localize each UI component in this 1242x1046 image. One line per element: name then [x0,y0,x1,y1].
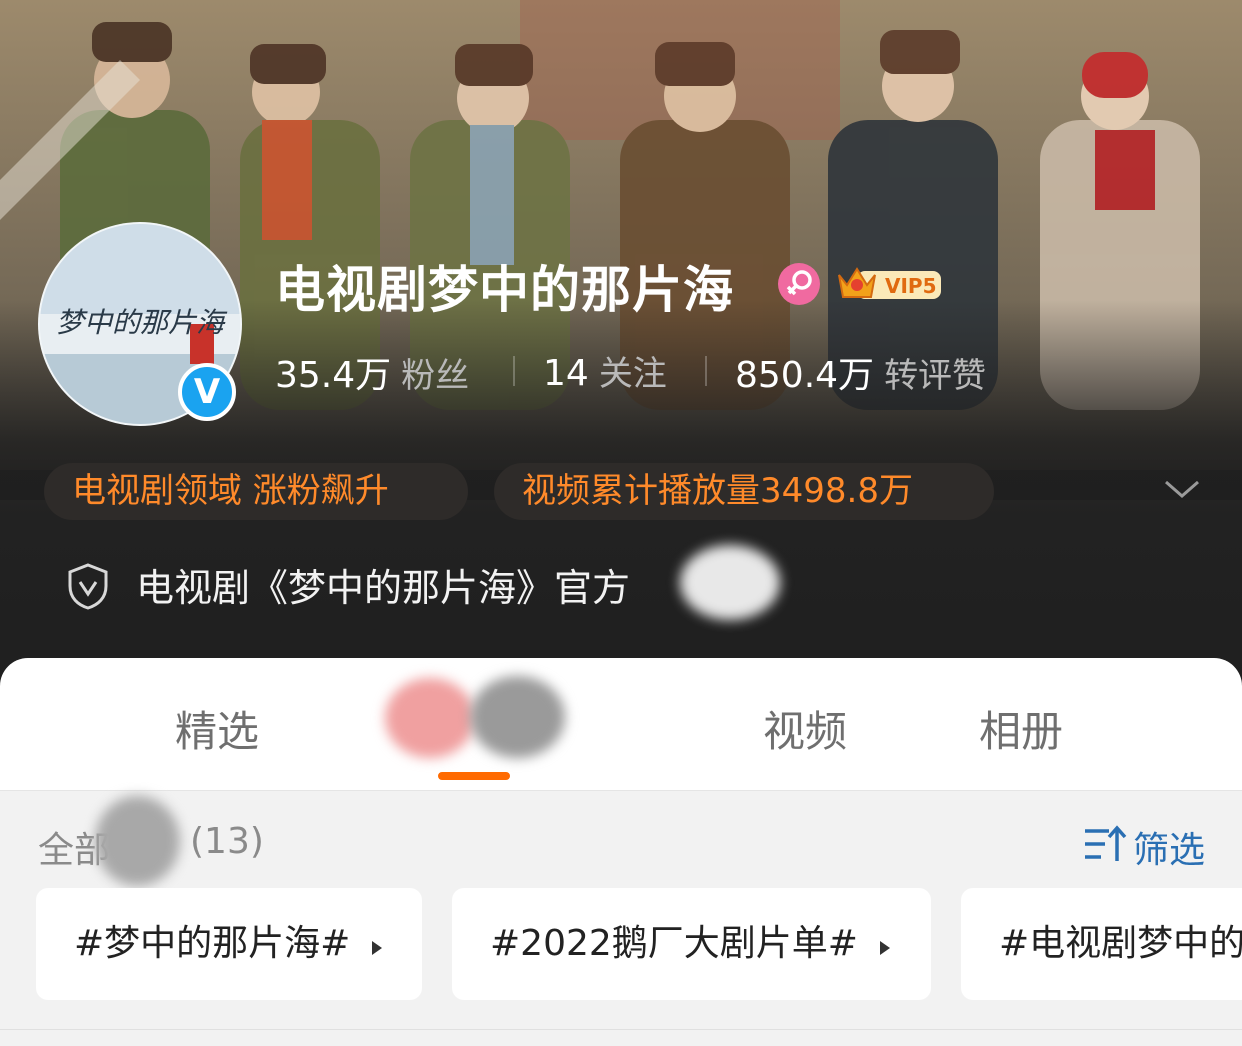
redaction-smudge [385,678,475,758]
tab-bar: 精选 视频 相册 [0,658,1242,790]
topics-section: 全部 (13) 筛选 #梦中的那片海# #2022鹅厂大剧片单# #电视剧梦中的… [0,790,1242,1046]
stat-value: 850.4万 [735,355,875,396]
topic-chip[interactable]: #电视剧梦中的那片海# [961,888,1242,1000]
svg-text:VIP5: VIP5 [885,274,937,298]
profile-name: 电视剧梦中的那片海 [275,261,734,319]
topics-count: (13) [190,821,264,862]
topic-chip[interactable]: #2022鹅厂大剧片单# [452,888,931,1000]
stat-divider [705,356,707,386]
triangle-right-icon [372,940,383,955]
topic-chip[interactable]: #梦中的那片海# [36,888,422,1000]
vip-badge[interactable]: VIP5 [835,261,943,305]
divider [0,1029,1242,1030]
topic-text: #电视剧梦中的那片海# [999,923,1242,964]
stat-value: 14 [543,353,589,394]
triangle-right-icon [879,940,890,955]
verified-icon: V [178,363,236,421]
topic-text: #2022鹅厂大剧片单# [490,923,858,964]
shield-check-icon [68,563,108,610]
stat-divider [513,356,515,386]
stat-label: 转评赞 [884,356,987,396]
tab-videos[interactable]: 视频 [763,698,847,759]
filter-sort-icon [1085,825,1127,861]
redaction-smudge [470,676,565,758]
tab-featured[interactable]: 精选 [175,698,259,759]
tab-albums[interactable]: 相册 [979,698,1063,759]
stat-value: 35.4万 [275,355,392,396]
tag-growth[interactable]: 电视剧领域 涨粉飙升 [44,463,468,520]
female-icon [778,263,820,305]
tag-play-count[interactable]: 视频累计播放量3498.8万 [494,463,994,520]
filter-label: 筛选 [1133,830,1206,871]
stat-label: 关注 [598,354,667,394]
stat-followers[interactable]: 35.4万 粉丝 [275,346,469,398]
redaction-smudge [95,796,180,886]
stat-interactions[interactable]: 850.4万 转评赞 [735,346,986,398]
vip-crown-icon: VIP5 [838,267,941,299]
topic-text: #梦中的那片海# [74,923,351,964]
stat-label: 粉丝 [401,356,470,396]
tab-indicator [438,772,510,780]
official-text: 电视剧《梦中的那片海》官方 [136,566,631,610]
stat-following[interactable]: 14 关注 [543,346,667,395]
svg-text:梦中的那片海: 梦中的那片海 [56,306,228,339]
profile-header: 梦中的那片海 V 电视剧梦中的那片海 VIP5 35.4万 粉丝 14 关注 850… [0,0,1242,690]
chevron-down-icon[interactable] [1162,474,1202,504]
redaction-smudge [680,545,780,620]
